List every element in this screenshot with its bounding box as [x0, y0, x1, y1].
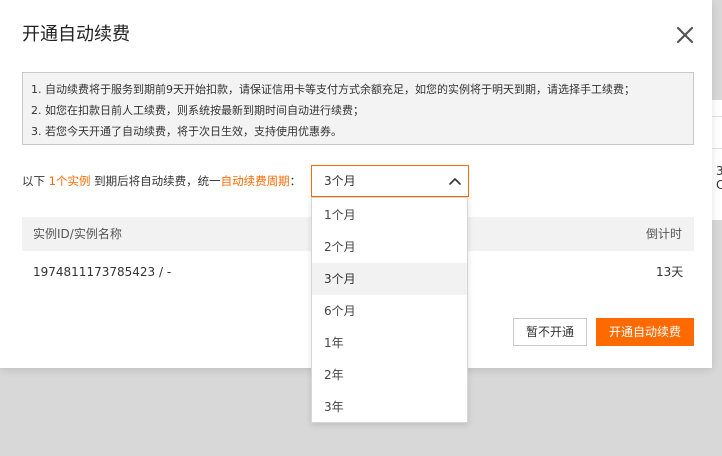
- countdown-cell: 13天: [656, 265, 684, 279]
- chevron-up-icon: [449, 178, 461, 185]
- column-header-countdown: 倒计时: [646, 227, 683, 241]
- instance-id-cell: 1974811173785423 / -: [33, 265, 172, 279]
- period-option[interactable]: 2个月: [312, 231, 467, 263]
- column-header-instance: 实例ID/实例名称: [33, 227, 122, 241]
- summary-colon: ：: [289, 174, 302, 188]
- dialog-title: 开通自动续费: [22, 24, 130, 45]
- not-now-button[interactable]: 暂不开通: [513, 318, 587, 346]
- enable-auto-renew-button[interactable]: 开通自动续费: [596, 318, 694, 346]
- period-option[interactable]: 1个月: [312, 199, 467, 231]
- selected-period: 3个月: [324, 174, 356, 188]
- period-dropdown-menu: 1个月 2个月 3个月 6个月 1年 2年 3年: [311, 197, 468, 423]
- summary-prefix: 以下: [22, 174, 49, 188]
- period-option[interactable]: 1年: [312, 327, 467, 359]
- period-option[interactable]: 3年: [312, 391, 467, 423]
- background-text: C: [716, 178, 722, 192]
- renew-period-label: 自动续费周期: [220, 174, 290, 188]
- renewal-summary: 以下 1个实例 到期后将自动续费，统一自动续费周期：: [22, 173, 301, 189]
- summary-middle: 到期后将自动续费，统一: [90, 174, 221, 188]
- background-text: 3: [716, 164, 722, 178]
- renewal-notice: 1. 自动续费将于服务到期前9天开始扣款，请保证信用卡等支付方式余额充足，如您的…: [22, 72, 694, 145]
- period-option[interactable]: 2年: [312, 359, 467, 391]
- notice-line: 2. 如您在扣款日前人工续费，则系统按最新到期时间自动进行续费；: [31, 104, 364, 117]
- notice-line: 1. 自动续费将于服务到期前9天开始扣款，请保证信用卡等支付方式余额充足，如您的…: [31, 83, 635, 96]
- instance-count-link[interactable]: 1个实例: [49, 174, 91, 188]
- renew-period-select[interactable]: 3个月: [311, 165, 469, 197]
- period-option[interactable]: 6个月: [312, 295, 467, 327]
- close-icon: [676, 26, 694, 44]
- period-option-selected[interactable]: 3个月: [312, 263, 467, 295]
- notice-line: 3. 若您今天开通了自动续费，将于次日生效，支持使用优惠券。: [31, 125, 342, 138]
- close-button[interactable]: [674, 24, 696, 46]
